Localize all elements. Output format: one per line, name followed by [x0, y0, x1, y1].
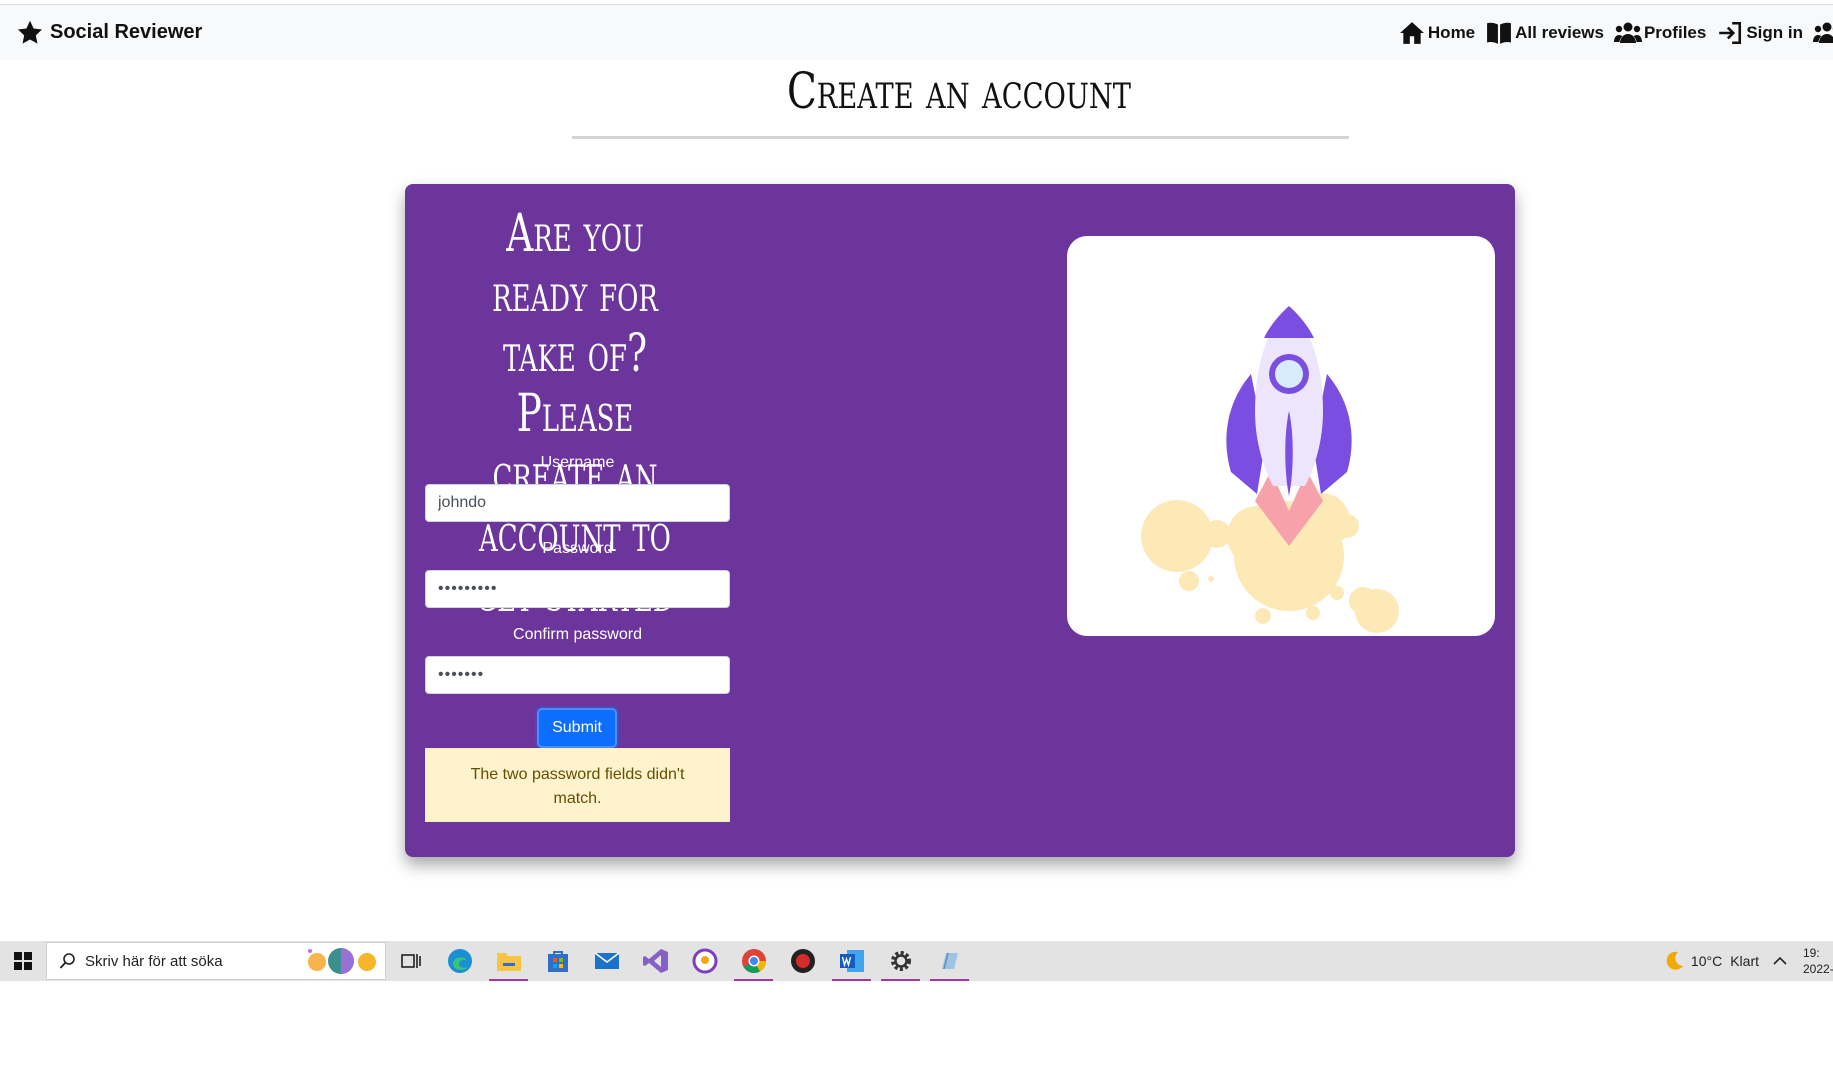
- rocket-illustration: [1067, 236, 1495, 636]
- search-highlight-art: [305, 946, 381, 976]
- nav-profiles-label: Profiles: [1643, 22, 1707, 42]
- moon-icon: [1666, 951, 1683, 970]
- edge-icon: [447, 949, 472, 973]
- nav-users-extra[interactable]: [1813, 20, 1833, 46]
- weather-temperature[interactable]: 10°C: [1691, 953, 1722, 969]
- search-icon: [59, 953, 75, 969]
- home-icon: [1399, 21, 1424, 44]
- brand-text: Social Reviewer: [50, 21, 203, 43]
- windows-icon: [14, 952, 32, 970]
- search-highlight-icon: [308, 948, 376, 974]
- users-icon: [1813, 22, 1833, 43]
- star-icon: [17, 20, 43, 44]
- nav-home[interactable]: Home: [1398, 20, 1475, 46]
- navbar: Social Reviewer Home All reviews Profile…: [0, 5, 1833, 60]
- store-icon: [547, 951, 568, 972]
- privacy-app[interactable]: [680, 941, 729, 981]
- nav-profiles[interactable]: Profiles: [1613, 20, 1707, 46]
- nav-all-reviews[interactable]: All reviews: [1485, 20, 1604, 46]
- word-app[interactable]: [827, 941, 876, 981]
- weather-condition[interactable]: Klart: [1730, 953, 1759, 969]
- chrome-icon: [741, 949, 766, 974]
- edge-app[interactable]: [435, 941, 484, 981]
- taskbar: Skriv här för att söka 10°C Klart 19: 20…: [0, 941, 1833, 981]
- gear-icon: [890, 951, 911, 971]
- title-divider: [572, 136, 1349, 139]
- heading-container: Are you ready for take of? Please create…: [420, 204, 730, 624]
- notepad-icon: [941, 952, 958, 970]
- nav-sign-in[interactable]: Sign in: [1716, 20, 1803, 46]
- visual-studio-app[interactable]: [631, 941, 680, 981]
- clock[interactable]: 19: 2022-: [1803, 945, 1833, 977]
- mail-app[interactable]: [582, 941, 631, 981]
- visual-studio-icon: [642, 949, 668, 973]
- nav-home-label: Home: [1427, 22, 1476, 42]
- settings-app[interactable]: [876, 941, 925, 981]
- rocket-icon: [1141, 306, 1399, 633]
- sign-in-icon: [1719, 21, 1742, 44]
- nav-sign-in-label: Sign in: [1746, 22, 1803, 42]
- users-icon: [1613, 22, 1642, 43]
- brand-link[interactable]: Social Reviewer: [16, 19, 202, 47]
- username-input[interactable]: [425, 484, 730, 522]
- submit-button[interactable]: Submit: [537, 708, 617, 748]
- store-app[interactable]: [533, 941, 582, 981]
- confirm-password-input[interactable]: [425, 656, 730, 694]
- mail-icon: [594, 952, 619, 969]
- folder-icon: [496, 953, 521, 971]
- nav-menu: Home All reviews Profiles Sign in: [1388, 5, 1833, 60]
- taskbar-search-placeholder: Skriv här för att söka: [85, 952, 223, 970]
- below-screen-area: [0, 981, 1833, 1070]
- signup-card: Are you ready for take of? Please create…: [405, 184, 1515, 857]
- shield-icon: [692, 948, 717, 974]
- page-title: Create an account: [786, 62, 1132, 120]
- confirm-password-label: Confirm password: [513, 626, 642, 643]
- password-input[interactable]: [425, 570, 730, 608]
- notepad-app[interactable]: [925, 941, 974, 981]
- chevron-up-icon[interactable]: [1773, 956, 1787, 966]
- system-tray: 10°C Klart 19: 2022-: [1663, 941, 1833, 981]
- taskbar-search[interactable]: Skriv här för att söka: [46, 942, 386, 980]
- nav-all-reviews-label: All reviews: [1515, 22, 1604, 42]
- start-button[interactable]: [0, 941, 46, 981]
- file-explorer-app[interactable]: [484, 941, 533, 981]
- signup-heading: Are you ready for take of? Please create…: [476, 204, 673, 624]
- username-label: Username: [540, 454, 615, 471]
- clock-date: 2022-: [1803, 962, 1833, 976]
- chrome-app[interactable]: [729, 941, 778, 981]
- book-icon: [1487, 22, 1512, 44]
- task-view-icon: [400, 954, 421, 968]
- record-icon: [790, 949, 815, 973]
- clock-time: 19:: [1803, 946, 1820, 960]
- task-view-button[interactable]: [386, 941, 435, 981]
- error-alert: The two password fields didn't match.: [425, 748, 730, 822]
- word-icon: [839, 950, 864, 972]
- password-label: Password: [542, 540, 613, 557]
- recorder-app[interactable]: [778, 941, 827, 981]
